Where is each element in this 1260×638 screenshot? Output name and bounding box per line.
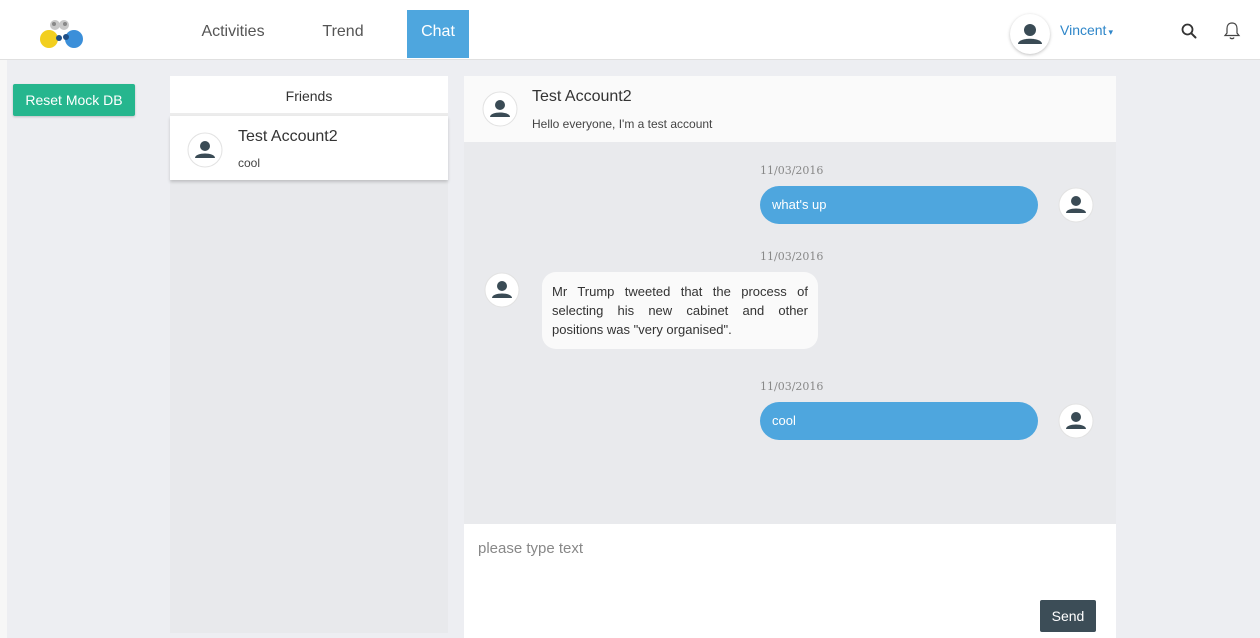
tab-trend[interactable]: Trend — [318, 10, 368, 58]
send-button[interactable]: Send — [1040, 600, 1096, 632]
message-timestamp: 11/03/2016 — [760, 164, 824, 177]
message-input[interactable] — [478, 540, 1098, 590]
message-timestamp: 11/03/2016 — [760, 380, 824, 393]
friend-list-item[interactable]: Test Account2 cool — [170, 116, 448, 180]
tab-chat[interactable]: Chat — [407, 10, 469, 58]
friend-last-message: cool — [238, 156, 261, 170]
friends-panel: Friends Test Account2 cool — [170, 76, 448, 633]
tab-activities[interactable]: Activities — [198, 10, 268, 58]
contact-status: Hello everyone, I'm a test account — [532, 117, 713, 131]
contact-avatar-icon — [484, 272, 520, 308]
search-icon[interactable] — [1180, 22, 1198, 40]
chat-panel: Test Account2 Hello everyone, I'm a test… — [464, 76, 1116, 638]
contact-avatar-icon — [482, 91, 518, 127]
top-navbar: Activities Trend Chat Vincent ▾ — [0, 0, 1260, 60]
contact-name: Test Account2 — [532, 88, 632, 105]
self-avatar-icon — [1058, 403, 1094, 439]
message-bubble-incoming: Mr Trump tweeted that the process of sel… — [542, 272, 818, 349]
bell-icon[interactable] — [1223, 21, 1241, 41]
user-avatar[interactable] — [1010, 14, 1050, 54]
message-bubble-outgoing: cool — [760, 402, 1038, 440]
message-bubble-outgoing: what's up — [760, 186, 1038, 224]
chat-header: Test Account2 Hello everyone, I'm a test… — [464, 76, 1116, 142]
user-name-label: Vincent — [1060, 22, 1107, 38]
reset-mock-db-button[interactable]: Reset Mock DB — [13, 84, 135, 116]
message-timestamp: 11/03/2016 — [760, 250, 824, 263]
self-avatar-icon — [1058, 187, 1094, 223]
chevron-down-icon: ▾ — [1108, 27, 1113, 37]
friend-avatar-icon — [187, 132, 223, 168]
app-logo-icon[interactable] — [38, 15, 88, 51]
user-menu[interactable]: Vincent ▾ — [1060, 22, 1113, 38]
friends-title: Friends — [170, 76, 448, 116]
message-compose-area: Send — [464, 524, 1116, 638]
friend-name: Test Account2 — [238, 128, 338, 145]
left-edge-strip — [0, 0, 7, 638]
